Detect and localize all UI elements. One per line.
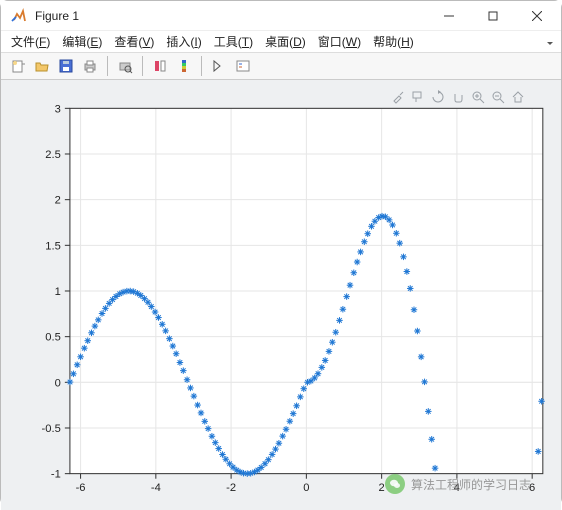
toolbar-separator [142, 56, 143, 76]
toolbar-overflow-icon[interactable] [545, 35, 555, 49]
window-title: Figure 1 [35, 9, 79, 23]
menu-item[interactable]: 编辑(E) [58, 31, 106, 52]
rotate-icon[interactable] [429, 88, 447, 106]
svg-text:2: 2 [379, 482, 385, 494]
print-button[interactable] [79, 55, 101, 77]
svg-text:-6: -6 [76, 482, 86, 494]
svg-text:3: 3 [55, 103, 61, 115]
svg-text:1: 1 [55, 286, 61, 298]
svg-text:0.5: 0.5 [45, 332, 61, 344]
svg-text:-4: -4 [151, 482, 161, 494]
axes[interactable]: -6 -4 -2 0 2 4 6 -1 -0.5 0 0.5 1 1.5 2 2.5 3 [7, 86, 555, 504]
toolbar-separator [201, 56, 202, 76]
matlab-icon [11, 8, 27, 24]
datatip-icon[interactable] [409, 88, 427, 106]
menu-item[interactable]: 工具(T) [210, 31, 257, 52]
minimize-button[interactable] [427, 1, 471, 31]
svg-text:2.5: 2.5 [45, 149, 61, 161]
open-button[interactable] [31, 55, 53, 77]
zoom-in-icon[interactable] [469, 88, 487, 106]
maximize-button[interactable] [471, 1, 515, 31]
close-button[interactable] [515, 1, 559, 31]
link-plot-button[interactable] [149, 55, 171, 77]
edit-plot-button[interactable] [208, 55, 230, 77]
menu-item[interactable]: 桌面(D) [261, 31, 310, 52]
home-icon[interactable] [509, 88, 527, 106]
colorbar-button[interactable] [173, 55, 195, 77]
toolbar [1, 53, 561, 80]
menu-item[interactable]: 窗口(W) [314, 31, 365, 52]
svg-text:0: 0 [303, 482, 309, 494]
new-figure-button[interactable] [7, 55, 29, 77]
svg-text:-2: -2 [226, 482, 236, 494]
svg-text:-0.5: -0.5 [42, 423, 61, 435]
svg-text:2: 2 [55, 195, 61, 207]
toolbar-separator [107, 56, 108, 76]
svg-text:1.5: 1.5 [45, 240, 61, 252]
print-preview-button[interactable] [114, 55, 136, 77]
menubar: 文件(F)编辑(E)查看(V)插入(I)工具(T)桌面(D)窗口(W)帮助(H) [1, 31, 561, 53]
brush-icon[interactable] [389, 88, 407, 106]
insert-legend-button[interactable] [232, 55, 254, 77]
titlebar: Figure 1 [1, 1, 561, 31]
svg-text:-1: -1 [51, 469, 61, 481]
menu-item[interactable]: 查看(V) [110, 31, 158, 52]
axes-toolbar [389, 88, 527, 106]
menu-item[interactable]: 文件(F) [7, 31, 54, 52]
figure-area: -6-4-20246-1-0.500.511.522.53 算法工程师的学习日志 [1, 80, 561, 510]
save-button[interactable] [55, 55, 77, 77]
menu-item[interactable]: 帮助(H) [369, 31, 418, 52]
zoom-out-icon[interactable] [489, 88, 507, 106]
pan-icon[interactable] [449, 88, 467, 106]
svg-text:4: 4 [454, 482, 460, 494]
svg-text:0: 0 [55, 377, 61, 389]
svg-text:6: 6 [529, 482, 535, 494]
menu-item[interactable]: 插入(I) [162, 31, 205, 52]
